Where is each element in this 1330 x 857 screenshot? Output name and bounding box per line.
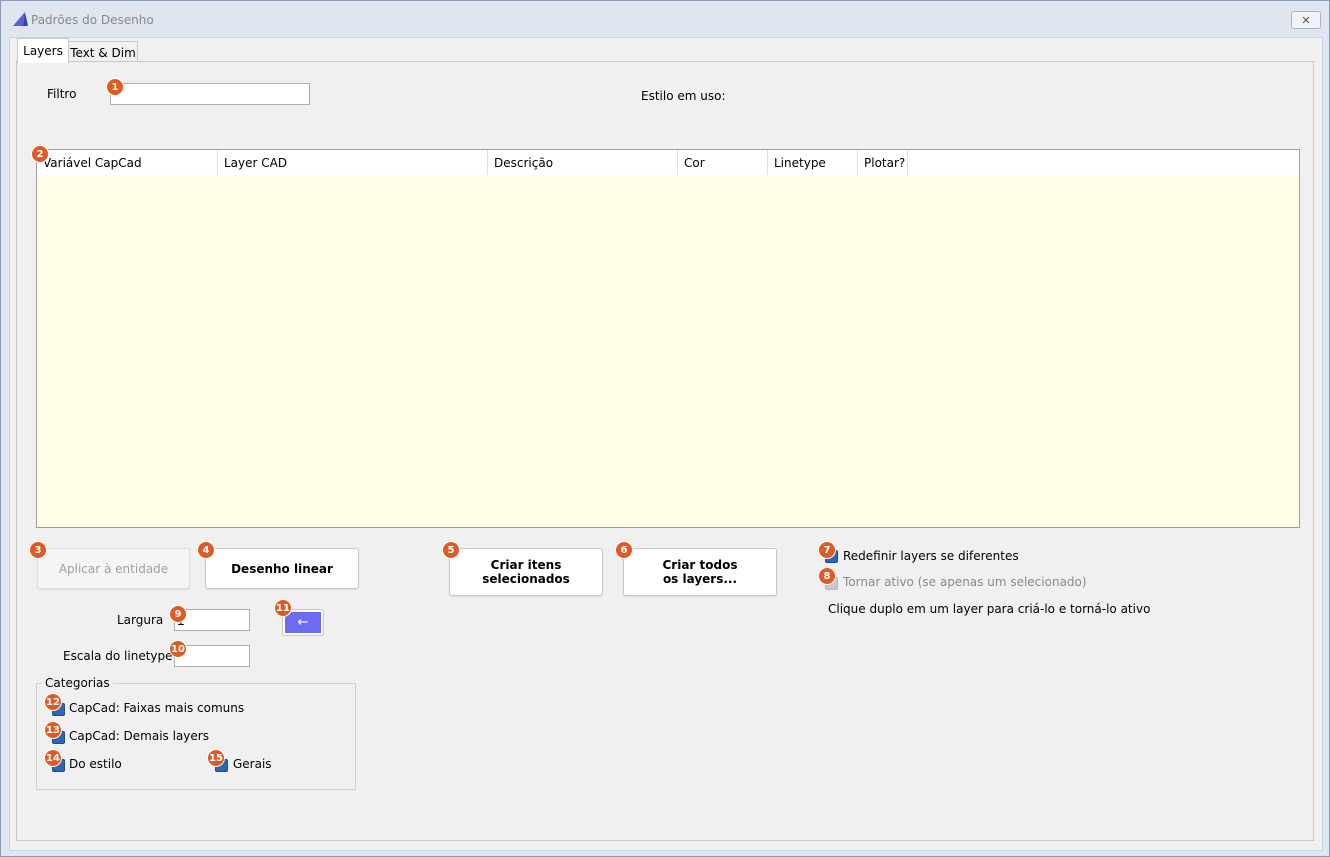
grid-header: Variável CapCad Layer CAD Descrição Cor … — [37, 150, 1299, 175]
style-in-use-label: Estilo em uso: — [641, 89, 726, 103]
column-header-layer-cad[interactable]: Layer CAD — [218, 150, 488, 175]
badge-1: 1 — [106, 78, 124, 96]
tab-label: Layers — [23, 44, 63, 58]
badge-4: 4 — [197, 541, 215, 559]
close-icon: ✕ — [1301, 13, 1311, 27]
column-header-linetype[interactable]: Linetype — [768, 150, 858, 175]
badge-2: 2 — [31, 145, 49, 163]
width-label: Largura — [117, 613, 164, 627]
column-header-variable[interactable]: Variável CapCad — [37, 150, 218, 175]
filter-label: Filtro — [47, 87, 77, 101]
layers-grid[interactable]: Variável CapCad Layer CAD Descrição Cor … — [36, 149, 1300, 528]
column-header-description[interactable]: Descrição — [488, 150, 678, 175]
tab-layers[interactable]: Layers — [17, 38, 69, 63]
badge-7: 7 — [818, 541, 836, 559]
tab-label: Text & Dim — [70, 46, 136, 60]
arrow-left-icon: ← — [285, 612, 321, 633]
apply-entity-button[interactable]: Aplicar à entidade — [37, 548, 190, 589]
categories-title: Categorias — [42, 676, 113, 690]
filter-input[interactable] — [110, 83, 310, 105]
badge-6: 6 — [615, 541, 633, 559]
column-header-plot[interactable]: Plotar? — [858, 150, 908, 175]
badge-8: 8 — [818, 567, 836, 585]
badge-9: 9 — [169, 605, 187, 623]
badge-15: 15 — [207, 749, 225, 767]
window-title: Padrões do Desenho — [31, 13, 154, 27]
close-button[interactable]: ✕ — [1291, 11, 1321, 29]
badge-14: 14 — [44, 749, 62, 767]
column-header-color[interactable]: Cor — [678, 150, 768, 175]
badge-12: 12 — [44, 693, 62, 711]
category-general-label: Gerais — [233, 757, 272, 771]
create-selected-button[interactable]: Criar itens selecionados — [449, 548, 603, 596]
linetype-scale-label: Escala do linetype — [63, 649, 173, 663]
category-other-label: CapCad: Demais layers — [69, 729, 209, 743]
redefine-layers-label: Redefinir layers se diferentes — [843, 549, 1019, 563]
badge-11: 11 — [274, 599, 292, 617]
badge-3: 3 — [29, 541, 47, 559]
make-active-label: Tornar ativo (se apenas um selecionado) — [843, 575, 1087, 589]
badge-10: 10 — [169, 640, 187, 658]
create-all-button[interactable]: Criar todos os layers... — [623, 548, 777, 596]
badge-5: 5 — [442, 541, 460, 559]
linear-drawing-button[interactable]: Desenho linear — [205, 548, 359, 589]
app-logo-icon — [13, 12, 28, 26]
badge-13: 13 — [44, 721, 62, 739]
category-common-label: CapCad: Faixas mais comuns — [69, 701, 245, 715]
category-style-label: Do estilo — [69, 757, 122, 771]
title-bar: Padrões do Desenho ✕ — [1, 1, 1329, 37]
double-click-hint: Clique duplo em um layer para criá-lo e … — [828, 602, 1151, 616]
